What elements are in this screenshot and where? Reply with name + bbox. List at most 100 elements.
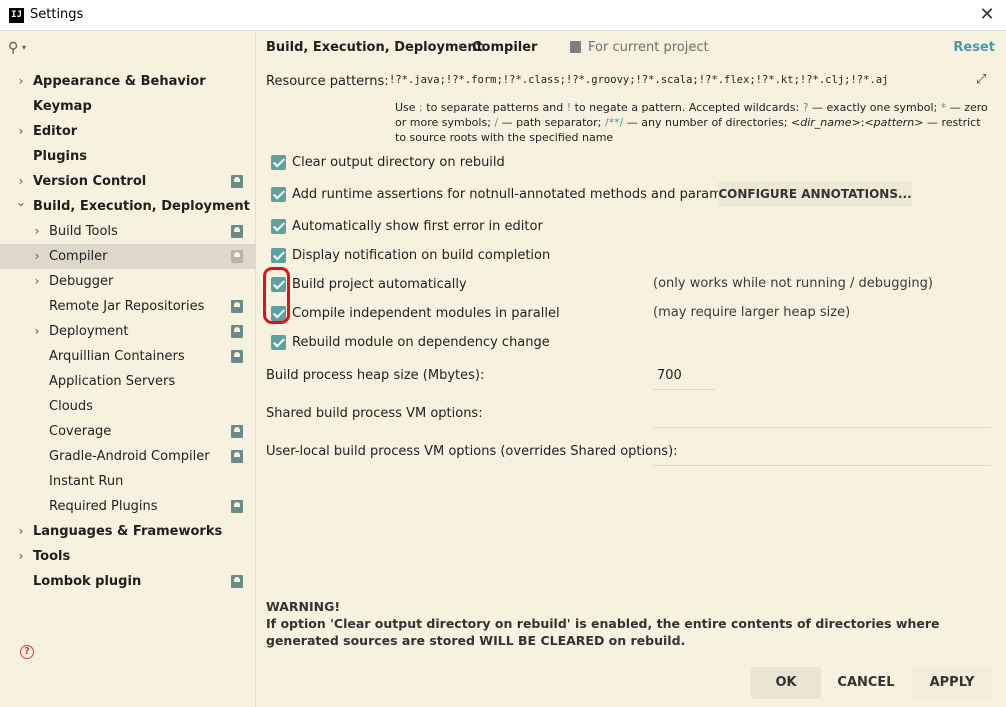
project-icon bbox=[231, 450, 243, 463]
window-title: Settings bbox=[30, 7, 84, 22]
title-bar: IJ Settings ✕ bbox=[0, 0, 1006, 31]
sidebar-item-lombok-plugin[interactable]: Lombok plugin bbox=[0, 569, 256, 594]
configure-annotations-button[interactable]: CONFIGURE ANNOTATIONS... bbox=[718, 181, 912, 207]
chevron-right-icon[interactable]: › bbox=[15, 544, 27, 569]
sidebar-item-remote-jar-repositories[interactable]: Remote Jar Repositories bbox=[0, 294, 256, 319]
sidebar-item-instant-run[interactable]: Instant Run bbox=[0, 469, 256, 494]
project-icon bbox=[231, 225, 243, 238]
resource-patterns-label: Resource patterns: bbox=[266, 74, 389, 89]
close-icon[interactable]: ✕ bbox=[976, 4, 998, 26]
sidebar-item-build-tools[interactable]: › Build Tools bbox=[0, 219, 256, 244]
sidebar-item-deployment[interactable]: › Deployment bbox=[0, 319, 256, 344]
user-vm-options-input[interactable] bbox=[653, 438, 991, 466]
apply-button[interactable]: APPLY bbox=[912, 667, 992, 699]
expand-icon[interactable]: ⤢ bbox=[976, 72, 990, 87]
sidebar-item-compiler[interactable]: › Compiler bbox=[0, 244, 256, 269]
option-label: Build project automatically bbox=[292, 277, 467, 292]
heap-size-value: 700 bbox=[657, 368, 682, 383]
sidebar-item-label: Editor bbox=[33, 124, 78, 139]
sidebar-item-label: Application Servers bbox=[49, 374, 176, 389]
sidebar-item-label: Compiler bbox=[49, 249, 108, 264]
sidebar-item-debugger[interactable]: › Debugger bbox=[0, 269, 256, 294]
sidebar-item-appearance-behavior[interactable]: › Appearance & Behavior bbox=[0, 69, 256, 94]
chevron-down-icon: ▾ bbox=[22, 43, 27, 52]
option-note: (may require larger heap size) bbox=[653, 305, 851, 320]
sidebar-item-label: Instant Run bbox=[49, 474, 124, 489]
sidebar-item-label: Clouds bbox=[49, 399, 93, 414]
option-checkbox[interactable] bbox=[271, 248, 286, 263]
reset-link[interactable]: Reset bbox=[953, 40, 995, 55]
for-current-project-label: For current project bbox=[588, 40, 709, 55]
sidebar-item-label: Arquillian Containers bbox=[49, 349, 185, 364]
option-checkbox[interactable] bbox=[271, 155, 286, 170]
chevron-right-icon[interactable]: › bbox=[31, 244, 43, 269]
compiler-settings-panel: Build, Execution, Deployment › Compiler … bbox=[257, 32, 1006, 707]
option-checkbox[interactable] bbox=[271, 187, 286, 202]
warning-message: WARNING! If option 'Clear output directo… bbox=[266, 598, 991, 649]
option-checkbox[interactable] bbox=[271, 335, 286, 350]
search-icon[interactable]: ⚲ ▾ bbox=[8, 40, 32, 58]
user-vm-options-label: User-local build process VM options (ove… bbox=[266, 444, 678, 459]
ok-button[interactable]: OK bbox=[751, 667, 821, 699]
chevron-right-icon[interactable]: › bbox=[31, 219, 43, 244]
sidebar-item-label: Debugger bbox=[49, 274, 114, 289]
sidebar-item-keymap[interactable]: Keymap bbox=[0, 94, 256, 119]
settings-sidebar: ⚲ ▾ › Appearance & Behavior Keymap › Editor P… bbox=[0, 32, 256, 707]
sidebar-item-label: Gradle-Android Compiler bbox=[49, 449, 210, 464]
option-label: Compile independent modules in parallel bbox=[292, 306, 560, 321]
option-label: Clear output directory on rebuild bbox=[292, 155, 505, 170]
sidebar-item-languages-frameworks[interactable]: › Languages & Frameworks bbox=[0, 519, 256, 544]
help-icon[interactable]: ? bbox=[20, 645, 34, 659]
option-label: Automatically show first error in editor bbox=[292, 219, 543, 234]
option-label: Rebuild module on dependency change bbox=[292, 335, 550, 350]
sidebar-item-clouds[interactable]: Clouds bbox=[0, 394, 256, 419]
sidebar-item-arquillian-containers[interactable]: Arquillian Containers bbox=[0, 344, 256, 369]
sidebar-item-label: Lombok plugin bbox=[33, 574, 142, 589]
chevron-right-icon[interactable]: › bbox=[15, 119, 27, 144]
shared-vm-options-label: Shared build process VM options: bbox=[266, 406, 483, 421]
project-icon bbox=[231, 300, 243, 313]
chevron-right-icon[interactable]: › bbox=[31, 319, 43, 344]
warning-title: WARNING! bbox=[266, 599, 341, 614]
sidebar-item-label: Languages & Frameworks bbox=[33, 524, 223, 539]
project-icon bbox=[231, 575, 243, 588]
breadcrumb-parent[interactable]: Build, Execution, Deployment bbox=[266, 40, 483, 55]
sidebar-item-label: Tools bbox=[33, 549, 71, 564]
sidebar-item-editor[interactable]: › Editor bbox=[0, 119, 256, 144]
sidebar-item-label: Coverage bbox=[49, 424, 112, 439]
option-checkbox[interactable] bbox=[271, 219, 286, 234]
sidebar-item-version-control[interactable]: › Version Control bbox=[0, 169, 256, 194]
breadcrumb-separator: › bbox=[458, 39, 464, 54]
project-icon bbox=[231, 325, 243, 338]
sidebar-item-label: Build Tools bbox=[49, 224, 118, 239]
sidebar-item-label: Version Control bbox=[33, 174, 147, 189]
sidebar-item-label: Appearance & Behavior bbox=[33, 74, 206, 89]
chevron-right-icon[interactable]: › bbox=[15, 519, 27, 544]
magnifier-icon: ⚲ bbox=[8, 40, 19, 56]
project-icon bbox=[570, 41, 581, 53]
sidebar-item-gradle-android-compiler[interactable]: Gradle-Android Compiler bbox=[0, 444, 256, 469]
project-icon bbox=[231, 425, 243, 438]
red-annotation-mark bbox=[263, 267, 290, 324]
chevron-right-icon[interactable]: › bbox=[31, 269, 43, 294]
warning-text: If option 'Clear output directory on reb… bbox=[266, 616, 940, 648]
resource-patterns-hint: Use ; to separate patterns and ! to nega… bbox=[395, 101, 988, 144]
project-icon bbox=[231, 500, 243, 513]
sidebar-item-label: Keymap bbox=[33, 99, 92, 114]
chevron-down-icon[interactable]: ⌄ bbox=[15, 190, 27, 215]
sidebar-item-application-servers[interactable]: Application Servers bbox=[0, 369, 256, 394]
sidebar-item-required-plugins[interactable]: Required Plugins bbox=[0, 494, 256, 519]
chevron-right-icon[interactable]: › bbox=[15, 69, 27, 94]
project-icon bbox=[231, 350, 243, 363]
sidebar-item-coverage[interactable]: Coverage bbox=[0, 419, 256, 444]
shared-vm-options-input[interactable] bbox=[653, 400, 991, 428]
sidebar-item-label: Deployment bbox=[49, 324, 129, 339]
sidebar-item-build-execution-deployment[interactable]: ⌄ Build, Execution, Deployment bbox=[0, 194, 256, 219]
sidebar-item-plugins[interactable]: Plugins bbox=[0, 144, 256, 169]
sidebar-item-tools[interactable]: › Tools bbox=[0, 544, 256, 569]
breadcrumb-current: Compiler bbox=[472, 40, 538, 55]
sidebar-item-label: Plugins bbox=[33, 149, 87, 164]
resource-patterns-input[interactable]: !?*.java;!?*.form;!?*.class;!?*.groovy;!… bbox=[389, 74, 888, 86]
cancel-button[interactable]: CANCEL bbox=[828, 667, 904, 699]
heap-size-label: Build process heap size (Mbytes): bbox=[266, 368, 485, 383]
